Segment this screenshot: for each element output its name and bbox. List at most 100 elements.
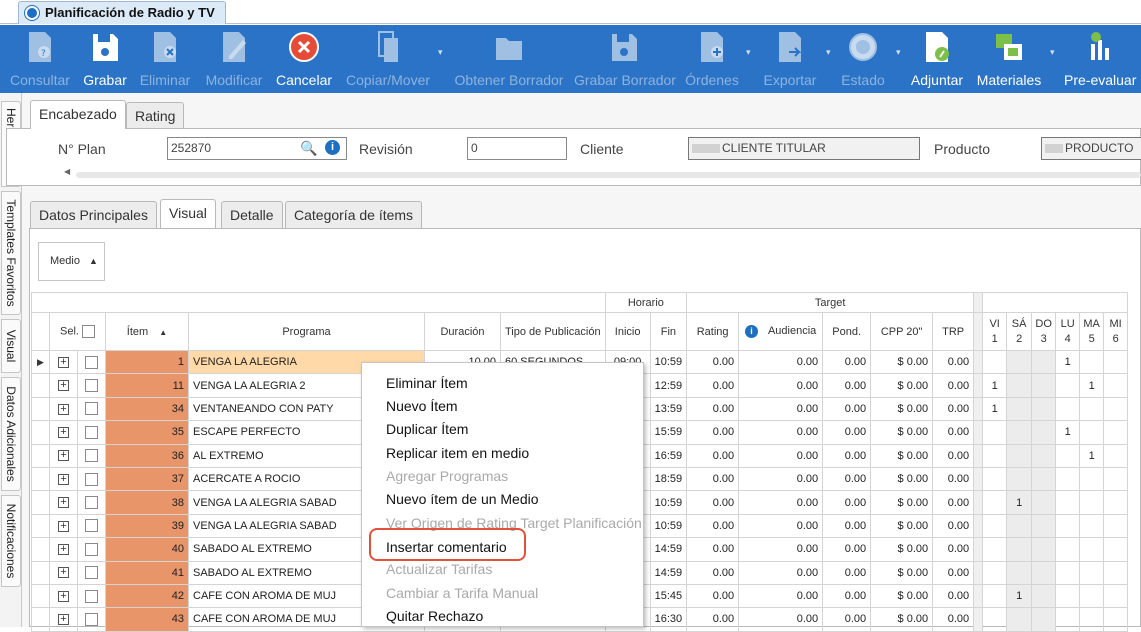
rating-cell[interactable]: 0.00 xyxy=(686,560,740,585)
expand-icon[interactable]: + xyxy=(58,380,69,392)
rating-cell[interactable]: 0.00 xyxy=(686,420,740,445)
cpp-cell[interactable]: $ 0.00 xyxy=(870,373,934,398)
rating-cell[interactable]: 0.00 xyxy=(686,490,740,515)
day-cell[interactable] xyxy=(1031,443,1057,468)
expand-cell[interactable]: + xyxy=(49,513,78,539)
audiencia-cell[interactable]: 0.00 xyxy=(738,443,824,468)
expand-cell[interactable]: + xyxy=(49,349,78,375)
day-cell[interactable] xyxy=(1031,466,1057,492)
expand-cell[interactable]: + xyxy=(49,583,78,609)
expand-cell[interactable]: + xyxy=(49,560,78,585)
day-cell[interactable] xyxy=(1031,583,1057,609)
sel-cell[interactable] xyxy=(77,396,106,422)
info-icon[interactable]: i xyxy=(325,140,340,155)
day-cell[interactable] xyxy=(1103,373,1129,398)
day-cell[interactable] xyxy=(1103,466,1129,492)
day-cell[interactable] xyxy=(1006,560,1033,585)
row-checkbox[interactable] xyxy=(85,355,98,369)
tab-visual[interactable]: Visual xyxy=(160,199,216,228)
rating-cell[interactable]: 0.00 xyxy=(686,396,740,422)
day-cell[interactable] xyxy=(1103,490,1129,515)
row-checkbox[interactable] xyxy=(85,566,98,580)
trp-cell[interactable]: 0.00 xyxy=(932,373,975,398)
row-checkbox[interactable] xyxy=(85,379,98,393)
pond-cell[interactable]: 0.00 xyxy=(822,396,872,422)
fin-cell[interactable]: 14:59 xyxy=(649,537,688,562)
sel-cell[interactable] xyxy=(77,513,106,539)
trp-cell[interactable]: 0.00 xyxy=(932,349,975,375)
trp-cell[interactable]: 0.00 xyxy=(932,396,975,422)
item-cell[interactable]: 11 xyxy=(105,373,189,398)
sel-cell[interactable] xyxy=(77,560,106,585)
item-cell[interactable]: 42 xyxy=(105,583,189,609)
pond-cell[interactable]: 0.00 xyxy=(822,420,872,445)
day-cell[interactable] xyxy=(1103,607,1129,632)
eliminar-button[interactable]: Eliminar xyxy=(136,25,194,93)
day-cell[interactable] xyxy=(1055,607,1081,632)
item-header[interactable]: Ítem ▲ xyxy=(105,312,189,351)
day-cell[interactable] xyxy=(1055,537,1081,562)
fin-cell[interactable]: 10:59 xyxy=(649,513,688,539)
row-checkbox[interactable] xyxy=(85,472,98,486)
expand-icon[interactable]: + xyxy=(58,590,69,602)
item-cell[interactable]: 40 xyxy=(105,537,189,562)
sel-cell[interactable] xyxy=(77,420,106,445)
rating-header[interactable]: Rating xyxy=(686,312,740,351)
plan-field[interactable]: 252870 xyxy=(167,137,347,160)
pond-cell[interactable]: 0.00 xyxy=(822,537,872,562)
ordenes-dropdown-icon[interactable]: ▾ xyxy=(746,47,751,58)
expand-icon[interactable]: + xyxy=(58,614,69,626)
rating-cell[interactable]: 0.00 xyxy=(686,583,740,609)
pond-cell[interactable]: 0.00 xyxy=(822,513,872,539)
day-cell[interactable] xyxy=(1079,537,1105,562)
search-icon[interactable]: 🔍 xyxy=(300,140,317,157)
day-cell[interactable] xyxy=(1079,349,1105,375)
expand-cell[interactable]: + xyxy=(49,490,78,515)
consultar-button[interactable]: ? Consultar xyxy=(8,25,72,93)
day-cell[interactable] xyxy=(1006,466,1033,492)
row-checkbox[interactable] xyxy=(85,449,98,463)
day-cell[interactable] xyxy=(1103,560,1129,585)
day-cell[interactable] xyxy=(1031,513,1057,539)
day-cell[interactable] xyxy=(1079,396,1105,422)
grabar-borrador-button[interactable]: Grabar Borrador xyxy=(574,25,676,93)
day-cell[interactable] xyxy=(1031,490,1057,515)
fin-cell[interactable]: 14:59 xyxy=(649,560,688,585)
cpp-cell[interactable]: $ 0.00 xyxy=(870,607,934,632)
day-cell[interactable] xyxy=(982,560,1008,585)
pond-cell[interactable]: 0.00 xyxy=(822,560,872,585)
day-cell[interactable]: 1 xyxy=(1006,583,1033,609)
cpp-cell[interactable]: $ 0.00 xyxy=(870,349,934,375)
trp-cell[interactable]: 0.00 xyxy=(932,420,975,445)
day-cell[interactable] xyxy=(1031,373,1057,398)
row-checkbox[interactable] xyxy=(85,519,98,533)
day-cell[interactable] xyxy=(982,583,1008,609)
tipo-publicacion-header[interactable]: Tipo de Publicación xyxy=(500,312,606,351)
trp-cell[interactable]: 0.00 xyxy=(932,560,975,585)
cpp-header[interactable]: CPP 20" xyxy=(870,312,934,351)
sel-cell[interactable] xyxy=(77,607,106,632)
sel-cell[interactable] xyxy=(77,443,106,468)
cpp-cell[interactable]: $ 0.00 xyxy=(870,443,934,468)
tab-encabezado[interactable]: Encabezado xyxy=(30,100,126,129)
day-cell[interactable] xyxy=(982,490,1008,515)
audiencia-cell[interactable]: 0.00 xyxy=(738,349,824,375)
day-cell[interactable] xyxy=(1079,583,1105,609)
menu-item-quitar-rechazo[interactable]: Quitar Rechazo xyxy=(386,608,483,624)
sel-cell[interactable] xyxy=(77,490,106,515)
programa-header[interactable]: Programa xyxy=(188,312,425,351)
trp-cell[interactable]: 0.00 xyxy=(932,466,975,492)
menu-item-nuevo-item[interactable]: Nuevo Ítem xyxy=(386,398,458,414)
rating-cell[interactable]: 0.00 xyxy=(686,513,740,539)
cpp-cell[interactable]: $ 0.00 xyxy=(870,490,934,515)
pond-cell[interactable]: 0.00 xyxy=(822,373,872,398)
fin-cell[interactable]: 18:59 xyxy=(649,466,688,492)
header-scrollbar[interactable] xyxy=(76,172,1141,178)
tab-categoria-items[interactable]: Categoría de ítems xyxy=(285,201,423,229)
medio-group-button[interactable]: Medio ▲ xyxy=(38,242,105,281)
materiales-button[interactable]: Materiales ▾ xyxy=(974,25,1055,93)
day-cell[interactable] xyxy=(1103,396,1129,422)
sel-cell[interactable] xyxy=(77,537,106,562)
tab-datos-principales[interactable]: Datos Principales xyxy=(30,201,157,229)
sel-cell[interactable] xyxy=(77,466,106,492)
